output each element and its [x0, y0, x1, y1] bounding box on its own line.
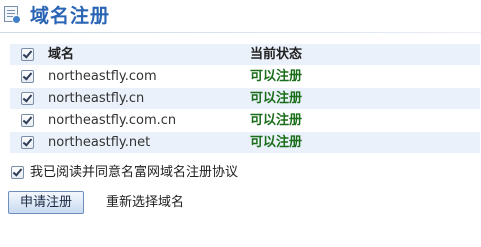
table-row: northeastfly.com 可以注册: [10, 66, 480, 88]
reselect-domain-link[interactable]: 重新选择域名: [106, 191, 184, 214]
domain-status: 可以注册: [250, 113, 303, 128]
header-divider: [0, 32, 481, 33]
domain-status: 可以注册: [250, 69, 303, 84]
domain-checkbox[interactable]: [21, 114, 34, 127]
domain-status: 可以注册: [250, 91, 303, 106]
select-all-checkbox[interactable]: [21, 48, 34, 61]
table-row: northeastfly.com.cn 可以注册: [10, 110, 480, 132]
page-header: 域名注册: [0, 0, 481, 33]
page-title: 域名注册: [30, 5, 111, 27]
column-header-status: 当前状态: [250, 47, 303, 62]
domain-name: northeastfly.cn: [48, 91, 145, 106]
column-header-domain: 域名: [48, 47, 75, 62]
domain-name: northeastfly.com.cn: [48, 113, 177, 128]
domain-checkbox[interactable]: [21, 70, 34, 83]
agreement-row: 我已阅读并同意名富网域名注册协议: [10, 162, 410, 183]
domain-status: 可以注册: [250, 135, 303, 150]
table-row: northeastfly.net 可以注册: [10, 132, 480, 154]
domain-checkbox[interactable]: [21, 92, 34, 105]
submit-registration-button[interactable]: 申请注册: [8, 191, 84, 214]
document-icon: [4, 6, 21, 24]
agreement-label[interactable]: 我已阅读并同意名富网域名注册协议: [30, 162, 238, 183]
agreement-checkbox[interactable]: [11, 166, 24, 179]
domain-table: 域名 当前状态 northeastfly.com 可以注册 northeastf…: [10, 44, 480, 154]
table-header-row: 域名 当前状态: [10, 44, 480, 66]
domain-checkbox[interactable]: [21, 136, 34, 149]
domain-registration-page: 域名注册 域名 当前状态 northeastfly.com 可以注册 north…: [0, 0, 481, 247]
domain-name: northeastfly.com: [48, 69, 157, 84]
table-row: northeastfly.cn 可以注册: [10, 88, 480, 110]
domain-name: northeastfly.net: [48, 135, 151, 150]
